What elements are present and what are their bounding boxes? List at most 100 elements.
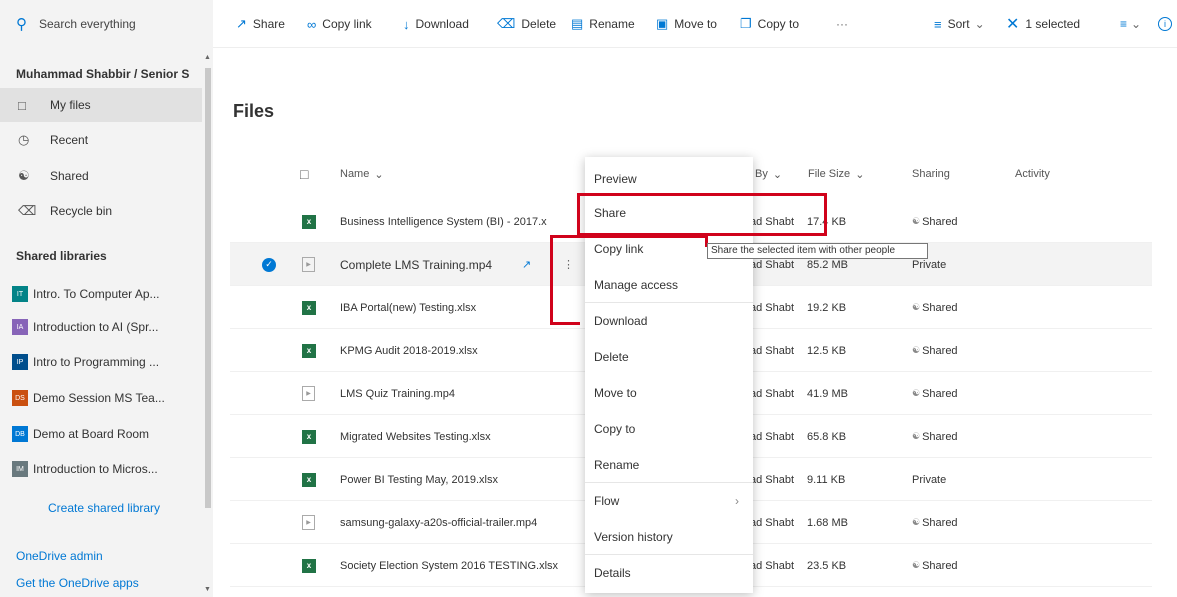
column-header-sharing[interactable]: Sharing: [912, 160, 950, 188]
checkmark-icon[interactable]: ✓: [262, 257, 276, 272]
selection-status[interactable]: ✕ 1 selected: [1006, 0, 1080, 48]
video-file-icon: ▶: [302, 257, 315, 272]
file-name[interactable]: Society Election System 2016 TESTING.xls…: [340, 544, 585, 587]
file-name[interactable]: Migrated Websites Testing.xlsx: [340, 415, 585, 458]
more-command[interactable]: ···: [836, 0, 848, 48]
menu-item-delete[interactable]: Delete: [585, 339, 753, 375]
file-size: 65.8 KB: [807, 430, 847, 443]
library-badge: IP: [12, 354, 28, 370]
file-name[interactable]: Complete LMS Training.mp4: [340, 243, 540, 286]
modified-by: ad Shabt: [750, 344, 795, 357]
copy-link-command[interactable]: ∞ Copy link: [307, 0, 372, 48]
copy-to-command[interactable]: ❐ Copy to: [740, 0, 799, 48]
move-to-command[interactable]: ▣ Move to: [656, 0, 717, 48]
people-icon: ☯: [912, 345, 921, 355]
sharing-status: Shared: [922, 559, 958, 572]
sidebar-item-shared[interactable]: ☯ Shared: [0, 159, 202, 193]
modified-by: ad Shabt: [750, 430, 795, 443]
search-box[interactable]: ⚲ Search everything: [0, 0, 213, 48]
sidebar-scrollbar[interactable]: ▲ ▼: [202, 52, 213, 593]
menu-item-manage-access[interactable]: Manage access: [585, 267, 753, 303]
link-icon: ∞: [307, 16, 317, 32]
scroll-down-icon[interactable]: ▼: [204, 586, 211, 593]
file-size: 23.5 KB: [807, 559, 847, 572]
scroll-up-icon[interactable]: ▲: [204, 54, 211, 61]
rename-command[interactable]: ▤ Rename: [571, 0, 635, 48]
file-name[interactable]: LMS Quiz Training.mp4: [340, 372, 585, 415]
video-file-icon: ▶: [302, 515, 315, 530]
file-size: 9.11 KB: [807, 473, 846, 486]
library-badge: IA: [12, 319, 28, 335]
file-name[interactable]: IBA Portal(new) Testing.xlsx: [340, 286, 585, 329]
create-shared-library-link[interactable]: Create shared library: [48, 501, 160, 515]
column-header-activity[interactable]: Activity: [1015, 160, 1050, 188]
library-item[interactable]: IM Introduction to Micros...: [12, 455, 158, 483]
chevron-down-icon: ⌄: [374, 168, 384, 181]
file-name[interactable]: Power BI Testing May, 2019.xlsx: [340, 458, 585, 501]
scrollbar-thumb[interactable]: [205, 68, 211, 508]
modified-by: ad Shabt: [750, 473, 795, 486]
search-placeholder: Search everything: [39, 17, 136, 31]
file-type-header-icon[interactable]: □: [300, 160, 308, 188]
info-button[interactable]: i: [1158, 0, 1172, 48]
people-icon: ☯: [18, 168, 30, 183]
menu-item-preview[interactable]: Preview: [585, 161, 753, 197]
onedrive-admin-link[interactable]: OneDrive admin: [16, 549, 103, 563]
delete-command[interactable]: ⌫ Delete: [497, 0, 556, 48]
file-size: 12.5 KB: [807, 344, 847, 357]
share-icon[interactable]: ↗: [522, 243, 531, 286]
menu-item-version-history[interactable]: Version history: [585, 519, 753, 555]
column-header-name[interactable]: Name ⌄: [340, 160, 384, 188]
chevron-down-icon: ⌄: [855, 168, 865, 181]
sidebar-item-recycle-bin[interactable]: ⌫ Recycle bin: [0, 194, 202, 228]
download-command[interactable]: ↓ Download: [403, 0, 469, 48]
share-tooltip: Share the selected item with other peopl…: [707, 243, 928, 259]
file-name[interactable]: KPMG Audit 2018-2019.xlsx: [340, 329, 585, 372]
people-icon: ☯: [912, 216, 921, 226]
library-item[interactable]: DB Demo at Board Room: [12, 420, 149, 448]
page-title: Files: [233, 101, 275, 121]
menu-item-move-to[interactable]: Move to: [585, 375, 753, 411]
sidebar-item-my-files[interactable]: □ My files: [0, 88, 202, 122]
library-item[interactable]: IT Intro. To Computer Ap...: [12, 280, 160, 308]
menu-item-details[interactable]: Details: [585, 555, 753, 591]
folder-icon: □: [18, 97, 26, 113]
library-badge: DS: [12, 390, 28, 406]
people-icon: ☯: [912, 302, 921, 312]
shared-libraries-heading: Shared libraries: [16, 249, 107, 263]
share-icon: ↗: [236, 16, 247, 31]
column-header-file-size[interactable]: File Size ⌄: [808, 160, 864, 188]
file-name[interactable]: Business Intelligence System (BI) - 2017…: [340, 200, 585, 243]
chevron-down-icon: ⌄: [772, 168, 783, 181]
sort-command[interactable]: ≡ Sort ⌄: [934, 0, 985, 48]
people-icon: ☯: [912, 431, 921, 441]
column-header-modified-by[interactable]: By ⌄: [755, 160, 782, 188]
menu-item-download[interactable]: Download: [585, 303, 753, 339]
modified-by: ad Shabt: [750, 516, 795, 529]
file-size: 19.2 KB: [807, 301, 847, 314]
chevron-down-icon: ⌄: [1131, 17, 1142, 31]
people-icon: ☯: [912, 517, 921, 527]
file-name[interactable]: samsung-galaxy-a20s-official-trailer.mp4: [340, 501, 585, 544]
chevron-right-icon: ›: [735, 494, 739, 508]
video-file-icon: ▶: [302, 386, 315, 401]
move-icon: ▣: [656, 16, 669, 31]
excel-file-icon: x: [302, 558, 316, 573]
library-item[interactable]: IP Intro to Programming ...: [12, 348, 159, 376]
breadcrumb[interactable]: Muhammad Shabbir / Senior S: [16, 67, 202, 81]
view-options[interactable]: ≡ ⌄: [1120, 0, 1141, 48]
library-item[interactable]: DS Demo Session MS Tea...: [12, 384, 165, 412]
get-apps-link[interactable]: Get the OneDrive apps: [16, 576, 139, 590]
share-command[interactable]: ↗ Share: [236, 0, 285, 48]
close-icon: ✕: [1006, 16, 1020, 33]
sidebar-item-recent[interactable]: ◷ Recent: [0, 123, 202, 157]
menu-item-copy-to[interactable]: Copy to: [585, 411, 753, 447]
recycle-bin-icon: ⌫: [18, 203, 37, 218]
trash-icon: ⌫: [497, 16, 516, 31]
people-icon: ☯: [912, 388, 921, 398]
menu-item-rename[interactable]: Rename: [585, 447, 753, 483]
rename-icon: ▤: [571, 16, 584, 31]
sharing-status: Shared: [922, 516, 958, 529]
menu-item-flow[interactable]: Flow ›: [585, 483, 753, 519]
library-item[interactable]: IA Introduction to AI (Spr...: [12, 313, 158, 341]
